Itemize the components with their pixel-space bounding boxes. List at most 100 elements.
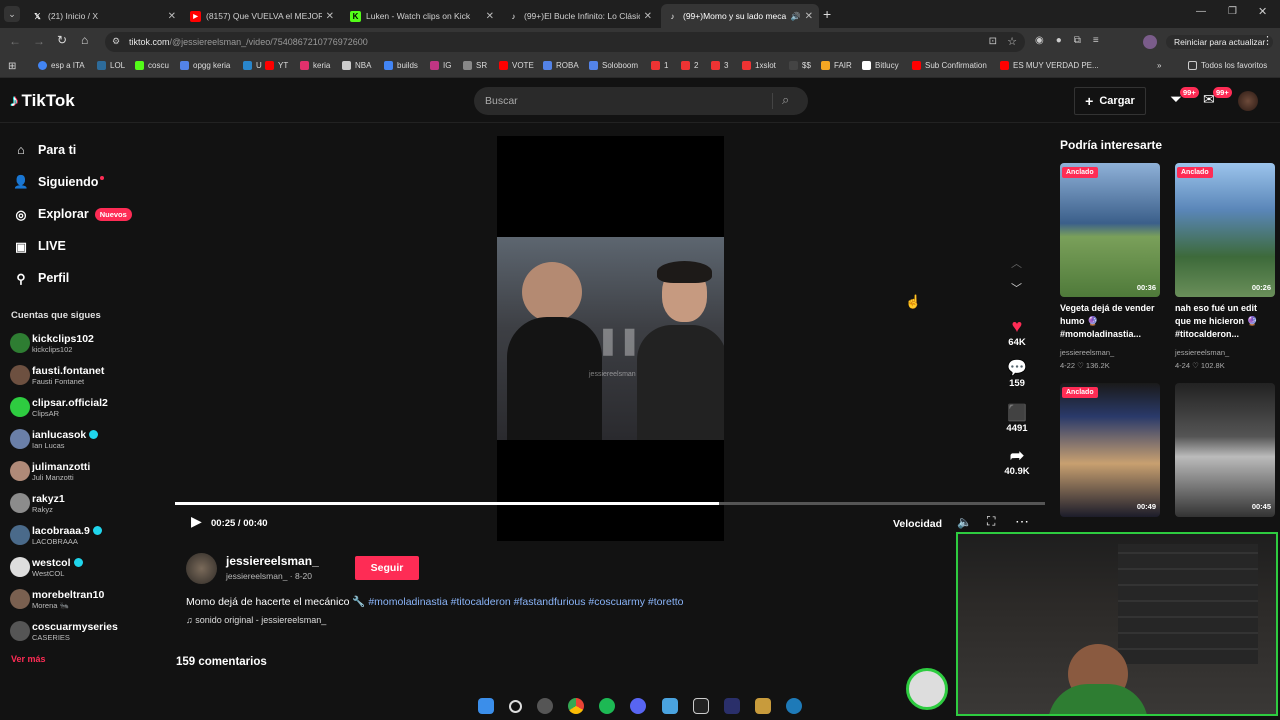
close-icon[interactable]: ✕ xyxy=(326,11,334,22)
chevron-right-icon[interactable]: » xyxy=(1157,61,1161,70)
close-icon[interactable]: ✕ xyxy=(486,11,494,22)
chevron-up-icon[interactable]: ︿ xyxy=(1011,255,1022,271)
more-options-icon[interactable]: ⋯ xyxy=(1015,513,1029,530)
followed-account[interactable]: coscuarmyseries CASERIES xyxy=(10,616,118,646)
app-icon[interactable] xyxy=(786,698,803,714)
suggestion-card[interactable]: Anclado 00:49 xyxy=(1060,383,1160,517)
suggestion-title[interactable]: Vegeta dejá de vender humo 🔮 #momoladina… xyxy=(1060,302,1160,341)
nav-profile[interactable]: ⚲ Perfil xyxy=(12,269,69,287)
like-button[interactable]: ♥ 64K xyxy=(1003,316,1031,348)
site-info-icon[interactable]: ⚙ xyxy=(112,36,120,47)
tab-youtube[interactable]: ▶ (8157) Que VUELVA el MEJOR G ✕ xyxy=(184,4,340,28)
apps-icon[interactable]: ⊞ xyxy=(8,61,16,72)
new-tab-button[interactable]: + xyxy=(823,6,831,22)
chrome-icon[interactable] xyxy=(568,698,585,714)
install-icon[interactable]: ⊡ xyxy=(989,36,997,47)
nav-explore[interactable]: ◎ Explorar Nuevos xyxy=(12,205,132,223)
video-player[interactable]: ❚❚ jessiereelsman ▶ 00:25 / 00:40 Veloci… xyxy=(175,136,1045,541)
nav-following[interactable]: 👤 Siguiendo xyxy=(12,173,105,191)
bookmark[interactable]: VOTE xyxy=(499,61,534,70)
volume-icon[interactable]: 🔈 xyxy=(957,515,972,529)
chevron-down-icon[interactable]: ﹀ xyxy=(1011,280,1022,296)
search-box[interactable]: Buscar ⌕ xyxy=(474,87,808,115)
bookmark[interactable]: coscu xyxy=(135,61,169,70)
bookmark[interactable]: 3 xyxy=(711,61,728,70)
close-icon[interactable]: ✕ xyxy=(168,11,176,22)
close-icon[interactable]: ✕ xyxy=(644,11,652,22)
bookmark[interactable]: SR xyxy=(463,61,487,70)
speed-button[interactable]: Velocidad xyxy=(893,518,942,530)
all-favorites[interactable]: Todos los favoritos xyxy=(1188,61,1267,70)
followed-account[interactable]: rakyz1 Rakyz xyxy=(10,488,65,518)
see-more-link[interactable]: Ver más xyxy=(11,654,46,664)
suggestion-card[interactable]: 00:45 xyxy=(1175,383,1275,517)
tab-tiktok-momo[interactable]: ♪ (99+)Momo y su lado meca 🔊 ✕ xyxy=(661,4,819,28)
bookmark[interactable]: opgg keria xyxy=(180,61,230,70)
author-avatar[interactable] xyxy=(186,553,217,584)
bookmark[interactable]: esp a ITA xyxy=(38,61,85,70)
bookmark[interactable]: NBA xyxy=(342,61,371,70)
menu-icon[interactable]: ⋮ xyxy=(1262,34,1273,47)
back-icon[interactable]: ← xyxy=(9,34,21,48)
followed-account[interactable]: morebeltran10 Morena 🐜 xyxy=(10,584,104,614)
bookmark[interactable]: Sub Confirmation xyxy=(912,61,987,70)
app-icon[interactable] xyxy=(692,698,709,714)
bookmark[interactable]: 1 xyxy=(651,61,668,70)
update-button[interactable]: Reiniciar para actualizar xyxy=(1166,35,1274,49)
league-icon[interactable] xyxy=(755,698,772,714)
search-icon[interactable]: ⌕ xyxy=(782,92,789,108)
followed-account[interactable]: lacobraaa.9 LACOBRAAA xyxy=(10,520,102,550)
spotify-icon[interactable] xyxy=(599,698,616,714)
profile-avatar[interactable] xyxy=(1143,35,1157,49)
bookmark[interactable]: $$ xyxy=(789,61,811,70)
tab-x[interactable]: 𝕏 (21) Inicio / X ✕ xyxy=(26,4,182,28)
maximize-icon[interactable]: ❐ xyxy=(1228,6,1237,17)
bookmark[interactable]: LOL xyxy=(97,61,125,70)
suggestion-card[interactable]: Anclado 00:26 xyxy=(1175,163,1275,297)
share-button[interactable]: ➦ 40.9K xyxy=(1003,446,1031,477)
close-icon[interactable]: ✕ xyxy=(805,11,813,22)
window-close-icon[interactable]: ✕ xyxy=(1258,5,1267,18)
bookmark[interactable]: YT xyxy=(265,61,288,70)
home-button-icon[interactable]: ⌂ xyxy=(81,33,88,47)
comment-button[interactable]: 💬 159 xyxy=(1003,358,1031,389)
bookmark[interactable]: builds xyxy=(384,61,418,70)
bookmark[interactable]: IG xyxy=(430,61,451,70)
app-icon[interactable] xyxy=(536,698,553,714)
bookmark[interactable]: FAIR xyxy=(821,61,852,70)
notepad-icon[interactable] xyxy=(661,698,678,714)
forward-icon[interactable]: → xyxy=(33,34,45,48)
suggestion-card[interactable]: Anclado 00:36 xyxy=(1060,163,1160,297)
save-button[interactable]: ⬛ 4491 xyxy=(1003,403,1031,434)
tab-kick[interactable]: K Luken - Watch clips on Kick ✕ xyxy=(344,4,500,28)
discord-icon[interactable] xyxy=(630,698,647,714)
followed-account[interactable]: clipsar.official2 ClipsAR xyxy=(10,392,108,422)
bookmark[interactable]: keria xyxy=(300,61,330,70)
bookmark[interactable]: ROBA xyxy=(543,61,579,70)
app-icon[interactable] xyxy=(723,698,740,714)
follow-button[interactable]: Seguir xyxy=(355,556,419,580)
tab-search-icon[interactable]: ⌄ xyxy=(4,6,20,22)
nav-for-you[interactable]: ⌂ Para ti xyxy=(12,141,76,159)
bookmark[interactable]: Soloboom xyxy=(589,61,638,70)
address-bar[interactable]: ⚙ tiktok.com/@jessiereelsman_/video/7540… xyxy=(105,32,1025,52)
bookmark[interactable]: Bitlucy xyxy=(862,61,899,70)
bookmark[interactable]: ES MUY VERDAD PE... xyxy=(1000,61,1099,70)
windows-start-icon[interactable] xyxy=(477,698,494,714)
play-icon[interactable]: ▶ xyxy=(191,513,202,530)
followed-account[interactable]: fausti.fontanet Fausti Fontanet xyxy=(10,360,104,390)
suggestion-title[interactable]: nah eso fué un edit que me hicieron 🔮 #t… xyxy=(1175,302,1275,341)
bookmark[interactable]: 2 xyxy=(681,61,698,70)
author-name[interactable]: jessiereelsman_ xyxy=(226,554,319,568)
followed-account[interactable]: kickclips102 kickclips102 xyxy=(10,328,94,358)
followed-account[interactable]: ianlucasok Ian Lucas xyxy=(10,424,99,454)
bookmark[interactable]: U xyxy=(243,61,262,70)
hashtags[interactable]: #momoladinastia #titocalderon #fastandfu… xyxy=(368,596,683,608)
sound-link[interactable]: ♫ sonido original - jessiereelsman_ xyxy=(186,615,326,625)
tab-tiktok-bucle[interactable]: ♪ (99+)El Bucle Infinito: Lo Clásico ✕ xyxy=(502,4,658,28)
bookmark[interactable]: 1xslot xyxy=(742,61,776,70)
upload-button[interactable]: + Cargar xyxy=(1074,87,1146,115)
tiktok-logo[interactable]: ♪ TikTok xyxy=(10,91,75,111)
reload-icon[interactable]: ↻ xyxy=(57,33,67,47)
fullscreen-icon[interactable]: ⛶ xyxy=(987,514,995,529)
